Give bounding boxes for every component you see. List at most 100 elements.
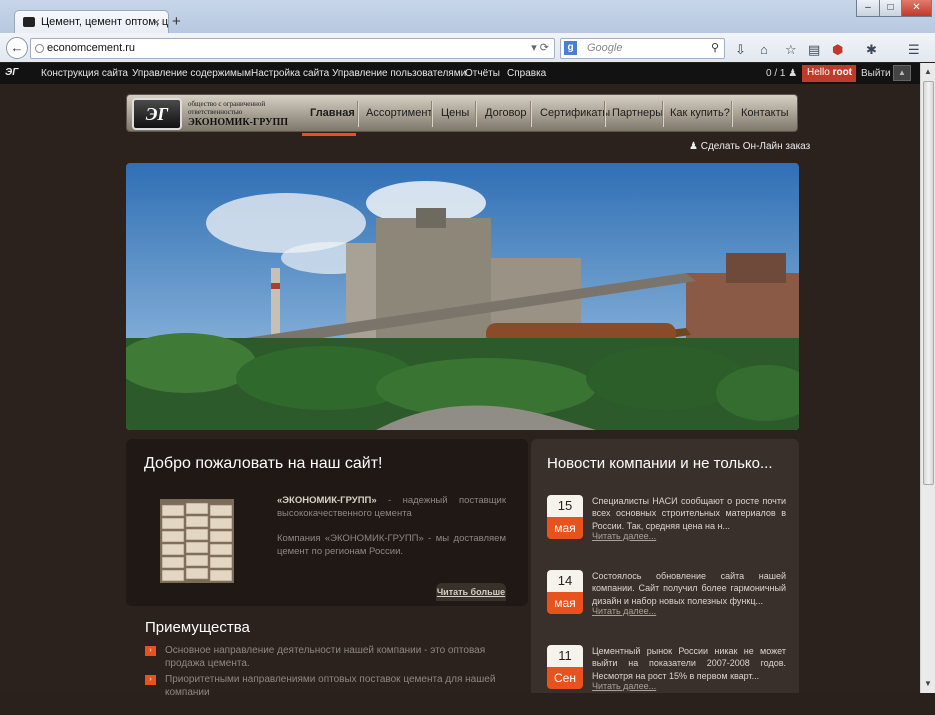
adblock-icon[interactable]: ⬢ <box>832 42 843 58</box>
news-text: Состоялось обновление сайта нашей компан… <box>592 571 786 606</box>
vertical-scrollbar[interactable]: ▲ ▼ <box>920 63 935 693</box>
news-read-more-link[interactable]: Читать далее... <box>592 681 656 691</box>
nav-contract[interactable]: Договор <box>485 107 527 119</box>
tab-strip: Цемент, цемент оптом, ц... × + – □ ✕ <box>0 0 935 34</box>
news-date-badge: 11 Сен <box>547 645 583 689</box>
admin-menu-site-structure[interactable]: Конструкция сайта <box>41 68 128 79</box>
reload-icon[interactable]: ▾ ⟳ <box>531 41 549 54</box>
logo-mark: ЭГ <box>132 98 182 130</box>
admin-logo[interactable]: ЭГ <box>5 67 18 78</box>
logo-name: ЭКОНОМИК-ГРУПП <box>188 117 289 128</box>
news-text: Специалисты НАСИ сообщают о росте почти … <box>592 496 786 531</box>
user-counter[interactable]: 0 / 1 ♟ <box>766 68 797 79</box>
news-read-more-link[interactable]: Читать далее... <box>592 531 656 541</box>
download-icon[interactable]: ⇩ <box>735 42 746 58</box>
logo-subtitle: общество с ограниченной ответственностью <box>188 100 266 116</box>
advantage-text: Основное направление деятельности нашей … <box>165 645 486 669</box>
news-read-more-link[interactable]: Читать далее... <box>592 606 656 616</box>
nav-prices[interactable]: Цены <box>441 107 469 119</box>
scroll-up-icon[interactable]: ▲ <box>924 67 932 76</box>
hello-text: Hello <box>807 67 830 78</box>
admin-menu-help[interactable]: Справка <box>507 68 546 79</box>
news-month: мая <box>547 517 583 539</box>
active-nav-indicator <box>302 133 356 136</box>
news-month: мая <box>547 592 583 614</box>
scroll-down-icon[interactable]: ▼ <box>924 679 932 688</box>
collapse-toolbar-icon[interactable]: ▲ <box>893 65 911 81</box>
advantage-text: Приоритетными направлениями оптовых пост… <box>165 674 496 698</box>
news-month: Сен <box>547 667 583 689</box>
nav-how-to-buy[interactable]: Как купить? <box>670 107 730 119</box>
welcome-panel: Добро пожаловать на наш сайт! «ЭКОНОМИК-… <box>126 439 528 606</box>
admin-menu-content[interactable]: Управление содержимым <box>132 68 251 79</box>
tab-title: Цемент, цемент оптом, ц... <box>41 16 169 28</box>
cement-plant-illustration <box>126 163 799 430</box>
nav-assortment[interactable]: Ассортимент <box>366 107 432 119</box>
menu-icon[interactable]: ☰ <box>908 42 920 58</box>
back-button[interactable]: ← <box>6 37 28 59</box>
hero-banner-photo <box>126 163 799 430</box>
admin-toolbar: ЭГ Конструкция сайта Управление содержим… <box>0 63 920 84</box>
search-input[interactable]: g Google ⚲ <box>560 38 725 59</box>
bullet-arrow-icon: › <box>145 646 156 656</box>
users-icon: ♟ <box>788 68 798 79</box>
news-date-badge: 15 мая <box>547 495 583 539</box>
news-item: 15 мая Специалисты НАСИ сообщают о росте… <box>547 495 787 565</box>
welcome-text-1: «ЭКОНОМИК-ГРУПП» - надежный поставщик вы… <box>277 494 506 520</box>
url-text: economcement.ru <box>47 42 136 54</box>
bullet-arrow-icon: › <box>145 675 156 685</box>
person-icon: ♟ <box>689 141 698 152</box>
nav-separator <box>530 101 531 127</box>
nav-main[interactable]: Главная <box>310 107 355 119</box>
extension-icon[interactable]: ✱ <box>866 42 877 58</box>
search-icon[interactable]: ⚲ <box>711 41 719 54</box>
online-order-text: Сделать Он-Лайн заказ <box>700 141 811 152</box>
close-window-button[interactable]: ✕ <box>901 0 932 17</box>
nav-contacts[interactable]: Контакты <box>741 107 789 119</box>
news-day: 11 <box>547 645 583 667</box>
site-logo[interactable]: ЭГ общество с ограниченной ответственнос… <box>132 98 288 130</box>
admin-menu-settings[interactable]: Настройка сайта <box>251 68 329 79</box>
site-header: ЭГ общество с ограниченной ответственнос… <box>126 94 798 132</box>
username: root <box>832 67 853 78</box>
read-more-button[interactable]: Читать больше <box>436 583 506 601</box>
news-item: 11 Сен Цементный рынок России никак не м… <box>547 645 787 715</box>
news-title: Новости компании и не только... <box>547 455 773 472</box>
admin-menu-users[interactable]: Управление пользователями <box>332 68 466 79</box>
google-engine-icon[interactable]: g <box>564 41 577 55</box>
advantage-item: › Приоритетными направлениями оптовых по… <box>145 673 515 699</box>
home-icon[interactable]: ⌂ <box>760 42 768 57</box>
nav-certificates[interactable]: Сертификаты <box>540 107 610 119</box>
news-text: Цементный рынок России никак не может вы… <box>592 646 786 681</box>
globe-icon <box>35 44 44 53</box>
scrollbar-thumb[interactable] <box>923 81 934 485</box>
news-day: 15 <box>547 495 583 517</box>
nav-partners[interactable]: Партнеры <box>612 107 663 119</box>
nav-separator <box>662 101 663 127</box>
address-bar[interactable]: economcement.ru ▾ ⟳ <box>30 38 555 59</box>
arrow-left-icon: ← <box>10 40 24 55</box>
browser-chrome: Цемент, цемент оптом, ц... × + – □ ✕ ← e… <box>0 0 935 62</box>
minimize-button[interactable]: – <box>856 0 880 17</box>
new-tab-button[interactable]: + <box>172 13 181 30</box>
admin-menu-reports[interactable]: Отчёты <box>465 68 500 79</box>
news-date-badge: 14 мая <box>547 570 583 614</box>
news-day: 14 <box>547 570 583 592</box>
tab-close-icon[interactable]: × <box>153 15 160 29</box>
online-order-link[interactable]: ♟ Сделать Он-Лайн заказ <box>689 141 810 152</box>
welcome-title: Добро пожаловать на наш сайт! <box>144 455 383 472</box>
maximize-button[interactable]: □ <box>879 0 902 17</box>
site-favicon-icon <box>23 17 35 27</box>
bookmark-star-icon[interactable]: ☆ <box>785 42 797 58</box>
bookmarks-list-icon[interactable]: ▤ <box>808 42 820 58</box>
hello-user-badge[interactable]: Hello root <box>802 65 856 82</box>
browser-tab[interactable]: Цемент, цемент оптом, ц... × <box>14 10 169 34</box>
advantage-item: › Основное направление деятельности наше… <box>145 644 515 670</box>
cement-bags-photo[interactable] <box>160 499 234 583</box>
user-counter-text: 0 / 1 <box>766 68 786 79</box>
advantages-title: Приемущества <box>145 619 250 636</box>
nav-separator <box>475 101 476 127</box>
nav-separator <box>357 101 358 127</box>
page-body: ЭГ общество с ограниченной ответственнос… <box>0 84 920 698</box>
logout-link[interactable]: Выйти <box>861 68 891 79</box>
